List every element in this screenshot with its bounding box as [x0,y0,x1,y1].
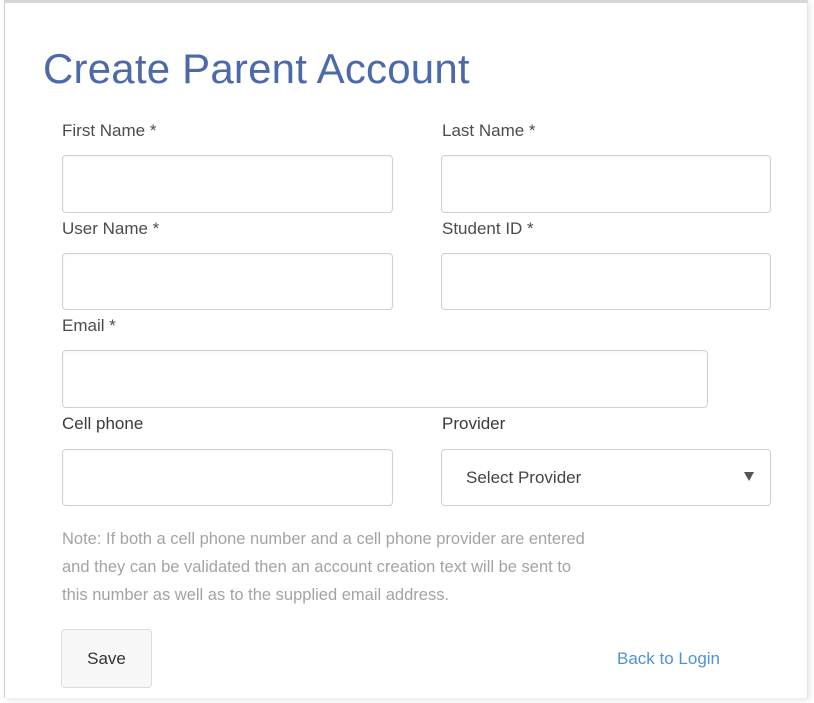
page-title: Create Parent Account [43,45,470,92]
first-name-input[interactable] [62,155,393,213]
last-name-input[interactable] [441,155,771,213]
user-name-label: User Name * [62,219,160,238]
back-to-login-link[interactable]: Back to Login [617,649,720,669]
note-line: this number as well as to the supplied e… [62,586,450,604]
sms-note: Note: If both a cell phone number and a … [62,525,762,609]
caret-down-icon [744,472,754,481]
email-label: Email * [62,316,116,335]
cell-phone-label: Cell phone [62,414,144,433]
first-name-label: First Name * [62,121,157,140]
student-id-input[interactable] [441,253,771,310]
note-line: Note: If both a cell phone number and a … [62,530,585,548]
provider-select[interactable]: Select Provider [441,449,771,506]
student-id-label: Student ID * [442,219,534,238]
email-input[interactable] [62,350,708,408]
provider-selected-value: Select Provider [466,468,582,487]
create-account-panel: Create Parent Account First Name * Last … [4,0,808,698]
cell-phone-input[interactable] [62,449,393,506]
user-name-input[interactable] [62,253,393,310]
save-button[interactable]: Save [61,629,152,688]
provider-label: Provider [442,414,506,433]
note-line: and they can be validated then an accoun… [62,558,572,576]
last-name-label: Last Name * [442,121,536,140]
